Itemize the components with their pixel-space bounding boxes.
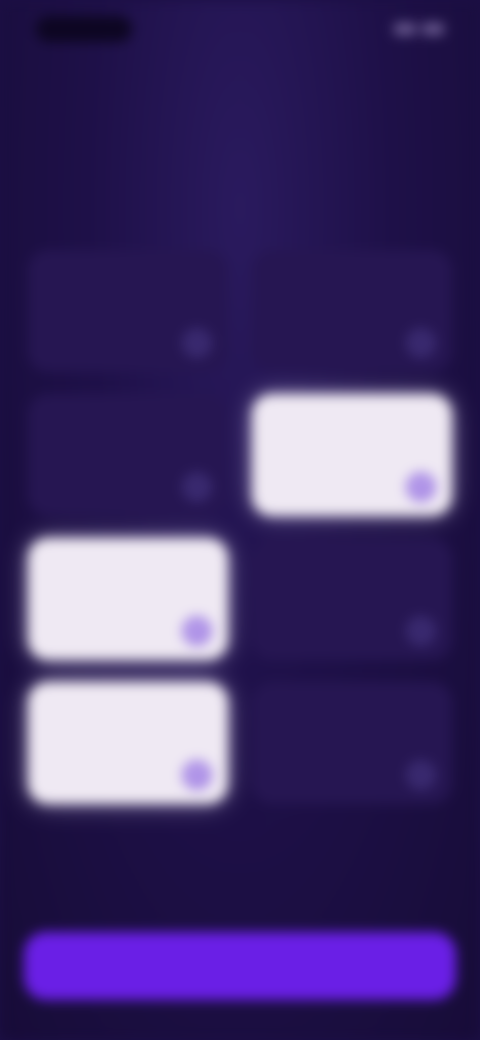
check-icon: ✓ [406,760,436,790]
check-icon: ✓ [182,760,212,790]
option-card[interactable]: ✓ [252,250,452,372]
signal-icon [394,23,416,35]
check-icon: ✓ [182,472,212,502]
options-grid: ✓ ✓ ✓ ✓ ✓ ✓ ✓ ✓ [28,250,452,804]
check-icon: ✓ [182,616,212,646]
option-card[interactable]: ✓ [28,250,228,372]
option-card[interactable]: ✓ [252,394,452,516]
check-icon: ✓ [406,616,436,646]
check-icon: ✓ [406,472,436,502]
status-icons [394,23,444,35]
check-icon: ✓ [182,328,212,358]
option-card[interactable]: ✓ [28,538,228,660]
check-icon: ✓ [406,328,436,358]
battery-icon [422,23,444,35]
status-bar [36,14,444,44]
onboarding-screen: ✓ ✓ ✓ ✓ ✓ ✓ ✓ ✓ [0,0,480,1040]
option-card[interactable]: ✓ [28,682,228,804]
option-card[interactable]: ✓ [252,538,452,660]
option-card[interactable]: ✓ [252,682,452,804]
status-time-pill [36,16,132,42]
continue-button[interactable] [24,932,456,1000]
option-card[interactable]: ✓ [28,394,228,516]
